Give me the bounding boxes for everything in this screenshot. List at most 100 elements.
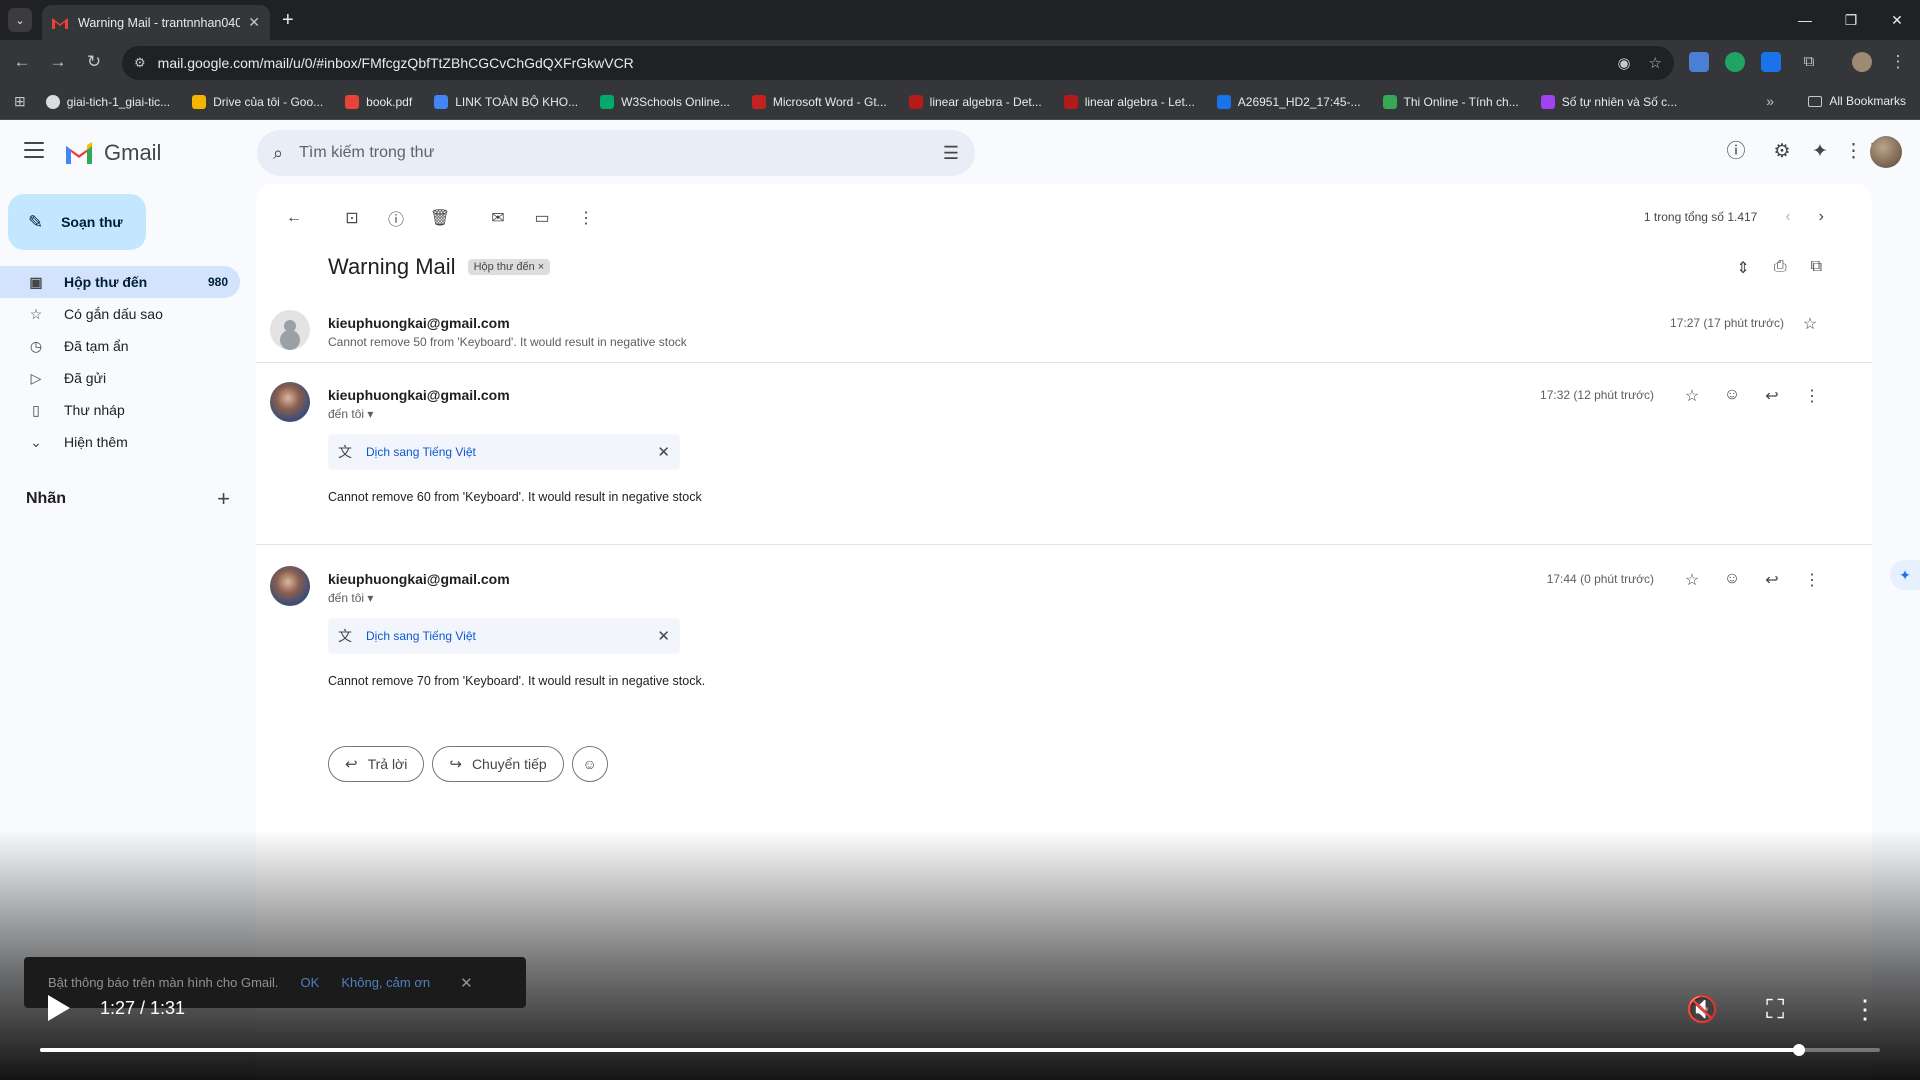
bookmark-item[interactable]: linear algebra - Let...	[1063, 94, 1195, 109]
help-icon[interactable]: ⓘ	[1724, 140, 1748, 164]
sidebar-item-label: Hiện thêm	[64, 434, 128, 450]
reply-button[interactable]: ↩ Trả lời	[328, 746, 425, 782]
gmail-logo[interactable]: Gmail	[64, 140, 161, 166]
search-icon[interactable]: ⌕	[273, 143, 283, 164]
forward-icon[interactable]: →	[46, 50, 70, 74]
emoji-react-button[interactable]: ☺	[571, 746, 608, 782]
all-bookmarks-button[interactable]: All Bookmarks	[1808, 94, 1906, 108]
emoji-react-icon[interactable]: ☺	[1720, 570, 1744, 588]
open-new-window-icon[interactable]: ⧉	[1811, 258, 1822, 278]
search-input[interactable]	[299, 144, 943, 162]
sidebar-item-starred[interactable]: ☆ Có gắn dấu sao	[0, 298, 240, 330]
star-icon[interactable]: ☆	[1680, 570, 1704, 590]
back-to-inbox-icon[interactable]: ←	[274, 198, 314, 238]
grammarly-extension-icon[interactable]	[1725, 52, 1745, 72]
extensions-puzzle-icon[interactable]: ⧉	[1797, 50, 1821, 74]
mute-icon[interactable]: 🔇	[1686, 994, 1718, 1025]
sidebar-item-sent[interactable]: ▷ Đã gửi	[0, 362, 240, 394]
settings-gear-icon[interactable]: ⚙	[1770, 140, 1794, 164]
app-name: Gmail	[104, 140, 162, 165]
browser-tab-active[interactable]: Warning Mail - trantnnhan040 ✕	[42, 5, 270, 40]
older-icon[interactable]: ›	[1819, 208, 1824, 226]
close-window-button[interactable]: ✕	[1874, 0, 1920, 40]
inbox-label-chip[interactable]: Hộp thư đến ×	[467, 259, 551, 275]
tab-list-button[interactable]: ⌄	[8, 8, 32, 32]
sidebar-item-snoozed[interactable]: ◷ Đã tạm ẩn	[0, 330, 240, 362]
address-bar[interactable]: ⚙ mail.google.com/mail/u/0/#inbox/FMfcgz…	[122, 46, 1674, 80]
bookmark-item[interactable]: Microsoft Word - Gt...	[751, 94, 887, 109]
chrome-menu-icon[interactable]: ⋮	[1886, 50, 1910, 74]
bookmark-item[interactable]: Số tự nhiên và Số c...	[1540, 94, 1677, 109]
more-options-icon[interactable]: ⋮	[1800, 386, 1824, 406]
expand-all-icon[interactable]: ⇕	[1736, 258, 1749, 278]
search-options-icon[interactable]: ☰	[943, 143, 959, 164]
reply-icon[interactable]: ↩	[1760, 386, 1784, 406]
new-tab-button[interactable]: +	[282, 8, 294, 32]
exit-fullscreen-icon[interactable]: ⛶	[1766, 994, 1784, 1026]
bookmark-star-icon[interactable]: ☆	[1649, 54, 1662, 72]
snackbar-ok-button[interactable]: OK	[301, 975, 320, 990]
bookmark-item[interactable]: A26951_HD2_17:45-...	[1216, 94, 1361, 109]
recipient-dropdown[interactable]: đến tôi ▾	[328, 591, 373, 605]
video-progress-bar[interactable]	[40, 1044, 1880, 1056]
bookmark-item[interactable]: LINK TOÀN BỘ KHO...	[434, 94, 578, 109]
extension-icon[interactable]	[1761, 52, 1781, 72]
message-collapsed[interactable]: kieuphuongkai@gmail.com Cannot remove 50…	[256, 298, 1872, 378]
side-panel-sparkle-icon[interactable]: ✦	[1890, 560, 1920, 590]
move-to-icon[interactable]: ▭	[522, 198, 562, 238]
translate-link[interactable]: Dịch sang Tiếng Việt	[366, 445, 657, 459]
video-scrubber-handle[interactable]	[1793, 1044, 1806, 1056]
bookmark-item[interactable]: W3Schools Online...	[600, 94, 730, 109]
play-icon[interactable]	[48, 995, 70, 1021]
bookmarks-overflow-icon[interactable]: »	[1766, 93, 1774, 109]
star-icon[interactable]: ☆	[1680, 386, 1704, 406]
reply-icon[interactable]: ↩	[1760, 570, 1784, 590]
profile-avatar[interactable]	[1852, 52, 1872, 72]
bookmark-item[interactable]: book.pdf	[345, 94, 412, 109]
reload-icon[interactable]: ↻	[82, 50, 106, 74]
send-icon: ▷	[30, 369, 42, 386]
translate-extension-icon[interactable]	[1689, 52, 1709, 72]
close-icon[interactable]: ✕	[657, 443, 670, 461]
close-icon[interactable]: ✕	[657, 627, 670, 645]
chevron-down-icon: ⌄	[30, 433, 42, 450]
tab-close-icon[interactable]: ✕	[248, 14, 260, 31]
sidebar-item-inbox[interactable]: ▣ Hộp thư đến 980	[0, 266, 240, 298]
bookmark-item[interactable]: Thi Online - Tính ch...	[1382, 94, 1519, 109]
minimize-button[interactable]: —	[1782, 0, 1828, 40]
restore-button[interactable]: ❐	[1828, 0, 1874, 40]
more-options-icon[interactable]: ⋮	[1800, 570, 1824, 590]
archive-icon[interactable]: ⊡	[332, 198, 372, 238]
site-info-icon[interactable]: ⚙	[134, 55, 146, 71]
mark-unread-icon[interactable]: ✉	[478, 198, 518, 238]
translate-link[interactable]: Dịch sang Tiếng Việt	[366, 629, 657, 643]
print-icon[interactable]: ⎙	[1774, 258, 1787, 278]
eye-icon[interactable]: ◉	[1617, 54, 1630, 72]
star-icon[interactable]: ☆	[1798, 314, 1822, 334]
add-label-icon[interactable]: +	[217, 486, 230, 512]
forward-button[interactable]: ↪ Chuyển tiếp	[432, 746, 564, 782]
more-actions-icon[interactable]: ⋮	[566, 198, 606, 238]
bookmark-item[interactable]: giai-tich-1_giai-tic...	[45, 94, 170, 109]
compose-button[interactable]: ✎ Soạn thư	[8, 194, 146, 250]
bookmark-label: W3Schools Online...	[621, 94, 730, 109]
gemini-sparkle-icon[interactable]: ✦	[1808, 140, 1832, 164]
bookmark-item[interactable]: Drive của tôi - Goo...	[192, 94, 323, 109]
sidebar-item-drafts[interactable]: ▯ Thư nháp	[0, 394, 240, 426]
bookmark-item[interactable]: linear algebra - Det...	[908, 94, 1042, 109]
emoji-react-icon[interactable]: ☺	[1720, 386, 1744, 404]
video-more-icon[interactable]: ⋮	[1852, 994, 1878, 1025]
apps-grid-icon[interactable]: ⊞	[14, 93, 26, 110]
delete-icon[interactable]: 🗑	[420, 198, 460, 238]
close-icon[interactable]: ✕	[460, 974, 473, 992]
newer-icon[interactable]: ‹	[1785, 208, 1790, 226]
sidebar-item-more[interactable]: ⌄ Hiện thêm	[0, 426, 240, 458]
account-avatar[interactable]	[1870, 136, 1902, 168]
snackbar-dismiss-button[interactable]: Không, cảm ơn	[341, 975, 430, 990]
apps-grid-icon[interactable]: ⋮⋮	[1844, 140, 1882, 164]
main-menu-icon[interactable]	[24, 142, 44, 163]
back-icon[interactable]: ←	[10, 50, 34, 74]
report-spam-icon[interactable]: ⓘ	[376, 198, 416, 238]
inbox-icon: ▣	[29, 273, 43, 290]
recipient-dropdown[interactable]: đến tôi ▾	[328, 407, 373, 421]
